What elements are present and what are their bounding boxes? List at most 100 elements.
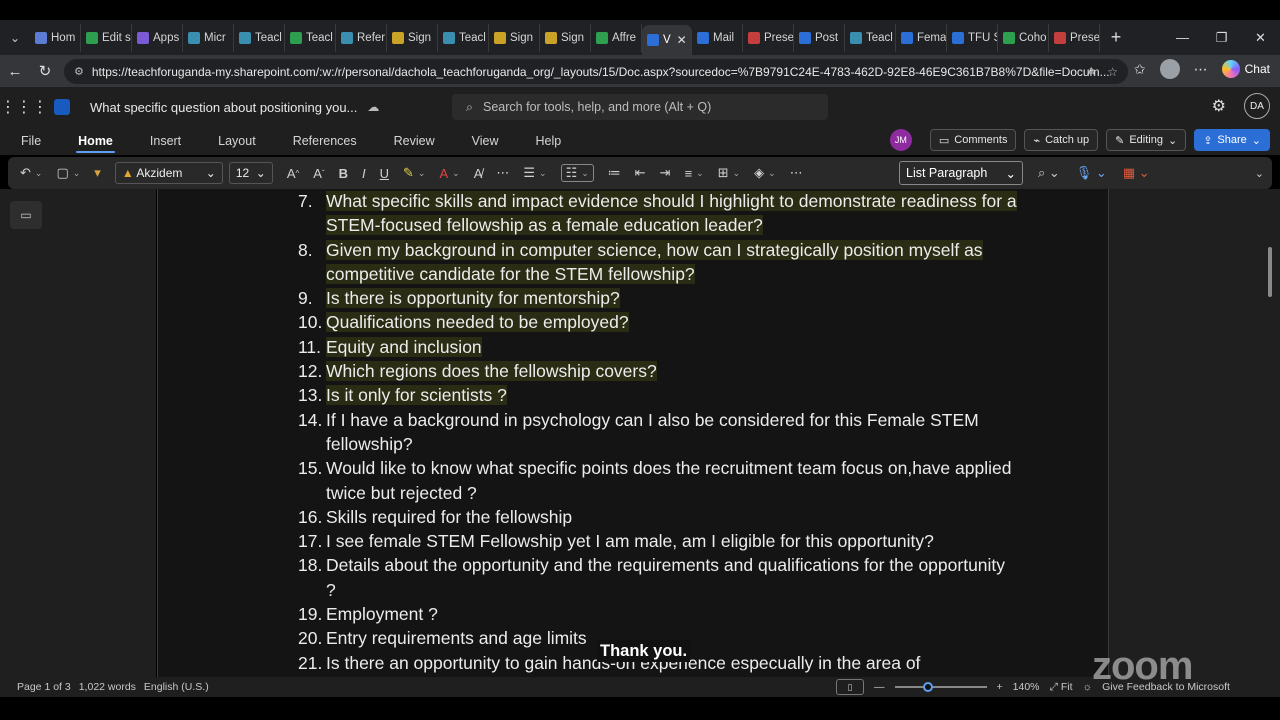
minimize-icon[interactable]: — — [1163, 20, 1202, 55]
browser-tab[interactable]: Prese — [743, 23, 794, 52]
collapse-ribbon-icon[interactable]: ⌄ — [1255, 167, 1264, 180]
list-item[interactable]: 17. I see female STEM Fellowship yet I am… — [298, 529, 1018, 553]
zoom-slider[interactable] — [894, 682, 987, 692]
coauthor-avatar[interactable]: JM — [889, 129, 912, 151]
close-tab-icon[interactable]: ✕ — [677, 33, 687, 47]
format-painter-icon[interactable]: ▾ — [94, 165, 101, 181]
bold-icon[interactable]: B — [339, 166, 348, 181]
list-item[interactable]: 9. Is there is opportunity for mentorship… — [298, 286, 1018, 310]
browser-tab[interactable]: Sign — [540, 23, 591, 52]
align-icon[interactable]: ≡ ⌄ — [685, 166, 704, 181]
more-icon[interactable]: ⋯ — [496, 165, 509, 181]
comments-button[interactable]: ▭ Comments — [929, 129, 1017, 151]
reload-icon[interactable]: ↻ — [30, 62, 60, 80]
url-input[interactable]: ⚙ https://teachforuganda-my.sharepoint.c… — [64, 59, 1128, 84]
browser-tab[interactable]: Affre — [591, 23, 642, 52]
tab-search-icon[interactable]: ⌄ — [0, 23, 30, 53]
document-canvas[interactable]: 7. What specific skills and impact eviden… — [157, 189, 1109, 677]
list-item[interactable]: 16. Skills required for the fellowship — [298, 505, 1018, 529]
word-count[interactable]: 1,022 words — [79, 681, 136, 693]
close-icon[interactable]: ✕ — [1241, 20, 1280, 55]
navigation-pane-icon[interactable]: ▭ — [10, 201, 42, 229]
browser-tab[interactable]: Apps — [132, 23, 183, 52]
style-select[interactable]: List Paragraph ⌄ — [899, 161, 1023, 185]
browser-tab[interactable]: Coho — [998, 23, 1049, 52]
brightness-icon[interactable]: ☼ — [1083, 681, 1093, 693]
list-item[interactable]: 14. If I have a background in psychology … — [298, 408, 1018, 457]
list-item[interactable]: 8. Given my background in computer scienc… — [298, 238, 1018, 287]
search-input[interactable]: ⌕ Search for tools, help, and more (Alt … — [452, 94, 828, 120]
browser-tab[interactable]: Refer — [336, 23, 387, 52]
browser-tab[interactable]: TFU S — [947, 23, 998, 52]
tab-insert[interactable]: Insert — [130, 127, 198, 155]
app-launcher-icon[interactable]: ⋮⋮⋮ — [0, 97, 48, 117]
browser-tab[interactable]: Mail — [692, 23, 743, 52]
language[interactable]: English (U.S.) — [144, 681, 209, 693]
tab-home[interactable]: Home — [58, 127, 130, 155]
more-paragraph-icon[interactable]: ⋯ — [790, 165, 803, 181]
browser-tab[interactable]: Teacl — [285, 23, 336, 52]
highlight-icon[interactable]: ✎ ⌄ — [403, 165, 425, 181]
font-size-select[interactable]: 12 ⌄ — [228, 162, 273, 184]
page-count[interactable]: Page 1 of 3 — [17, 681, 71, 693]
save-status-icon[interactable]: ☁ — [367, 100, 379, 114]
list-item[interactable]: 10. Qualifications needed to be employed? — [298, 310, 1018, 334]
word-logo-icon[interactable] — [54, 99, 70, 115]
add-ins-icon[interactable]: ▦ ⌄ — [1123, 165, 1150, 181]
clipboard-icon[interactable]: ▢ ⌄ — [56, 165, 80, 181]
dictate-icon[interactable]: 🎙 ⌄ — [1076, 165, 1107, 181]
browser-tab[interactable]: Post — [794, 23, 845, 52]
zoom-slider-knob[interactable] — [922, 682, 933, 692]
find-icon[interactable]: ⌕ ⌄ — [1038, 165, 1060, 181]
list-item[interactable]: 15. Would like to know what specific poin… — [298, 456, 1018, 505]
underline-icon[interactable]: U — [380, 166, 389, 181]
browser-tab[interactable]: Teacl — [845, 23, 896, 52]
favorite-star-icon[interactable]: ☆ — [1107, 65, 1118, 79]
zoom-out-icon[interactable]: — — [874, 681, 885, 693]
clear-format-icon[interactable]: A̸ — [474, 166, 483, 181]
editing-mode-button[interactable]: ✎ Editing ⌄ — [1106, 129, 1187, 151]
borders-icon[interactable]: ⊞ ⌄ — [718, 165, 740, 181]
tab-references[interactable]: References — [273, 127, 374, 155]
grow-font-icon[interactable]: A ^ — [287, 166, 299, 181]
fit-button[interactable]: ⤢ Fit — [1050, 681, 1073, 694]
profile-avatar[interactable] — [1159, 59, 1180, 79]
scrollbar-thumb[interactable] — [1268, 247, 1272, 297]
zoom-level[interactable]: 140% — [1013, 681, 1040, 693]
tab-review[interactable]: Review — [374, 127, 452, 155]
list-item[interactable]: 19. Employment ? — [298, 602, 1018, 626]
browser-tab[interactable]: Micr — [183, 23, 234, 52]
restore-icon[interactable]: ❐ — [1202, 20, 1241, 55]
copilot-chat-button[interactable]: Chat — [1221, 60, 1270, 78]
browser-tab[interactable]: Teacl — [234, 23, 285, 52]
tab-file[interactable]: File — [0, 127, 58, 155]
tab-help[interactable]: Help — [516, 127, 579, 155]
favorites-icon[interactable]: ✩ — [1134, 61, 1146, 78]
list-item[interactable]: 7. What specific skills and impact eviden… — [298, 189, 1018, 238]
browser-tab[interactable]: V ✕ — [642, 24, 692, 55]
browser-tab[interactable]: Teacl — [438, 23, 489, 52]
gear-icon[interactable]: ⚙ — [1212, 96, 1226, 116]
share-button[interactable]: ⇪ Share ⌄ — [1194, 129, 1270, 151]
zoom-in-icon[interactable]: + — [997, 681, 1003, 693]
browser-tab[interactable]: Sign — [387, 23, 438, 52]
bullets-icon[interactable]: ☰ ⌄ — [523, 165, 546, 181]
browser-tab[interactable]: Sign — [489, 23, 540, 52]
site-info-icon[interactable]: ⚙ — [74, 65, 84, 78]
view-mode-icon[interactable]: ▯ — [836, 679, 864, 695]
browser-tab[interactable]: Hom — [30, 23, 81, 52]
italic-icon[interactable]: I — [362, 166, 366, 181]
increase-indent-icon[interactable]: ⇥ — [660, 165, 671, 181]
catch-up-button[interactable]: ⌁ Catch up — [1024, 129, 1099, 151]
account-avatar[interactable]: DA — [1244, 93, 1270, 119]
browser-tab[interactable]: Edit s — [81, 23, 132, 52]
font-color-icon[interactable]: A ⌄ — [439, 166, 459, 181]
font-name-select[interactable]: ▲ Akzidem ⌄ — [114, 162, 223, 184]
tab-view[interactable]: View — [452, 127, 516, 155]
undo-icon[interactable]: ↶ ⌄ — [20, 165, 42, 181]
browser-tab[interactable]: Prese — [1049, 23, 1100, 52]
list-item[interactable]: 18. Details about the opportunity and the… — [298, 553, 1018, 602]
shading-icon[interactable]: ◈ ⌄ — [754, 165, 776, 181]
list-item[interactable]: 11. Equity and inclusion — [298, 335, 1018, 359]
list-item[interactable]: 13. Is it only for scientists ? — [298, 383, 1018, 407]
